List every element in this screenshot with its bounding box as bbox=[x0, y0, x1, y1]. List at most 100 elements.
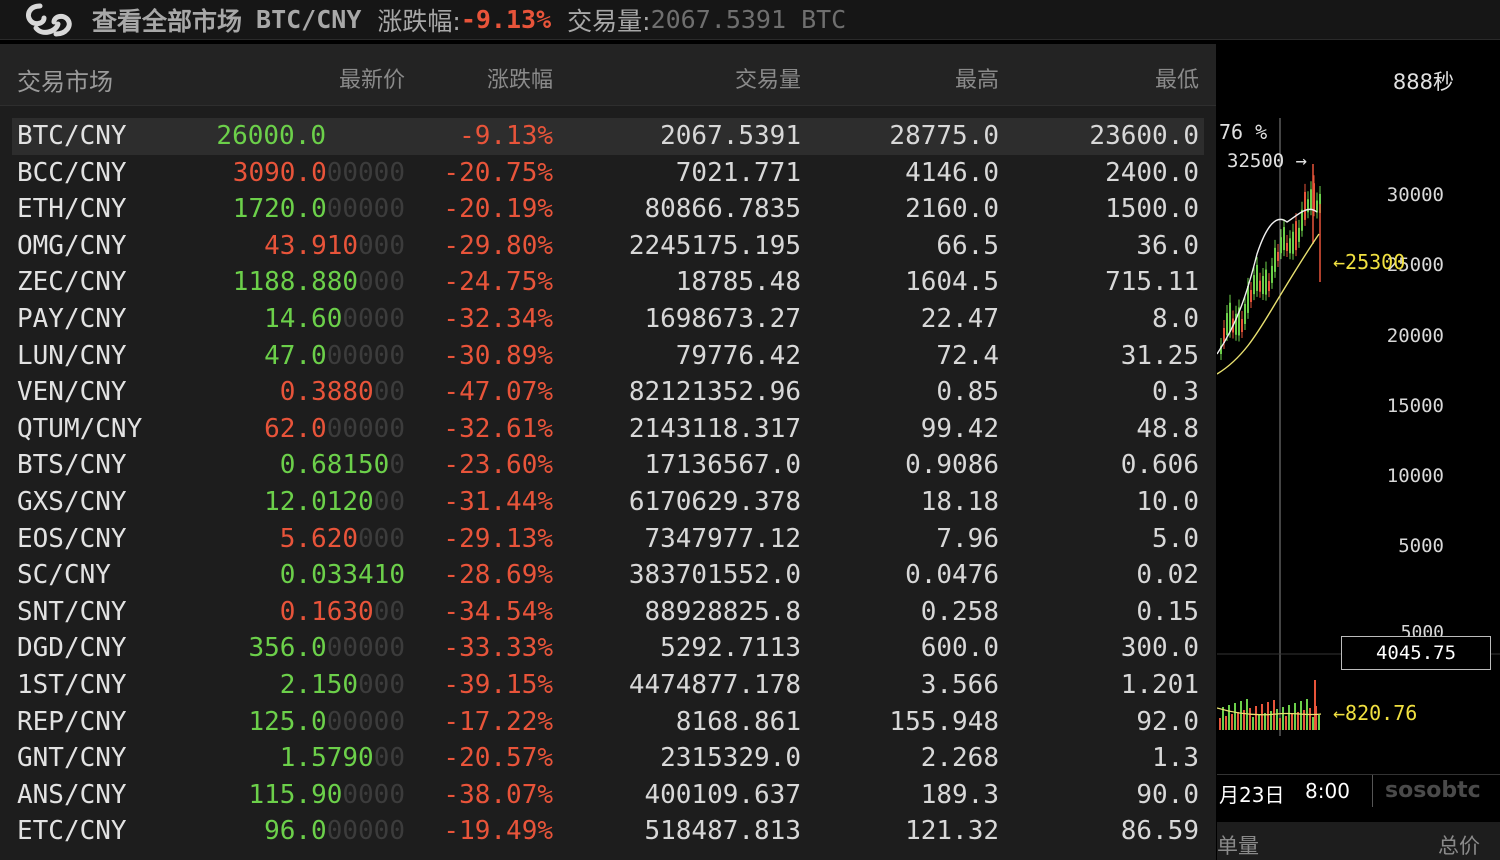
last-price-value: 5.620 bbox=[279, 523, 359, 554]
table-row[interactable]: GXS/CNY 12.012000 -31.44% 6170629.378 18.18 1… bbox=[12, 484, 1204, 521]
volume-cell: 6170629.378 bbox=[628, 486, 801, 517]
volume-cell: 80866.7835 bbox=[644, 194, 801, 225]
table-row[interactable]: ETC/CNY 96.000000 -19.49% 518487.813 121.32 8… bbox=[12, 813, 1204, 850]
kline-chart-panel[interactable]: 888秒 76 % 32500 → 30000 25000 20000 1500… bbox=[1217, 44, 1500, 860]
table-row[interactable]: EOS/CNY 5.620000 -29.13% 7347977.12 7.96 5.0 bbox=[12, 521, 1204, 558]
high-cell: 1604.5 bbox=[905, 267, 999, 298]
pair-cell: VEN/CNY bbox=[17, 377, 127, 408]
time-label: 8:00 bbox=[1305, 779, 1350, 803]
volume-bar bbox=[1252, 717, 1254, 730]
table-row[interactable]: 1ST/CNY 2.150000 -39.15% 4474877.178 3.566 1.… bbox=[12, 667, 1204, 704]
volume-bar bbox=[1240, 701, 1242, 730]
table-row[interactable]: LUN/CNY 47.000000 -30.89% 79776.42 72.4 31.25 bbox=[12, 338, 1204, 375]
pair-cell: ETH/CNY bbox=[17, 194, 127, 225]
last-price-padding: 00000 bbox=[326, 633, 405, 664]
volume-cell: 82121352.96 bbox=[628, 377, 801, 408]
change-cell: -39.15% bbox=[443, 669, 553, 700]
sosobtc-logo-icon[interactable] bbox=[22, 2, 76, 38]
last-price-cell: 5.620000 bbox=[280, 521, 405, 558]
last-price-padding: 00 bbox=[373, 486, 405, 517]
column-header-change[interactable]: 涨跌幅 bbox=[487, 62, 553, 94]
y-axis-tick: 20000 bbox=[1386, 325, 1444, 347]
last-price-cell: 26000.0 bbox=[216, 118, 326, 155]
volume-bar bbox=[1234, 703, 1236, 730]
volume-bar bbox=[1276, 709, 1278, 730]
pair-cell: BTC/CNY bbox=[17, 121, 127, 151]
last-price-cell: 356.000000 bbox=[248, 630, 405, 667]
low-cell: 23600.0 bbox=[1089, 121, 1199, 151]
pair-cell: ZEC/CNY bbox=[17, 267, 127, 298]
pair-cell: OMG/CNY bbox=[17, 230, 127, 261]
table-row[interactable]: BCC/CNY 3090.000000 -20.75% 7021.771 4146.0 2… bbox=[12, 155, 1204, 192]
table-row[interactable]: VEN/CNY 0.388000 -47.07% 82121352.96 0.85 0.3 bbox=[12, 374, 1204, 411]
table-row[interactable]: PAY/CNY 14.600000 -32.34% 1698673.27 22.47 8.… bbox=[12, 301, 1204, 338]
column-header-market[interactable]: 交易市场 bbox=[17, 62, 113, 97]
change-cell: -29.80% bbox=[443, 230, 553, 261]
volume-value-box: 4045.75 bbox=[1341, 636, 1491, 670]
change-cell: -23.60% bbox=[443, 450, 553, 481]
volume-bar bbox=[1282, 707, 1284, 730]
table-row[interactable]: OMG/CNY 43.910000 -29.80% 2245175.195 66.5 36… bbox=[12, 228, 1204, 265]
last-price-cell: 0.163000 bbox=[280, 594, 405, 631]
last-price-cell: 0.681500 bbox=[280, 447, 405, 484]
table-row[interactable]: REP/CNY 125.000000 -17.22% 8168.861 155.948 9… bbox=[12, 704, 1204, 741]
high-cell: 0.0476 bbox=[905, 560, 999, 591]
low-cell: 715.11 bbox=[1105, 267, 1199, 298]
column-header-last-price[interactable]: 最新价 bbox=[339, 62, 405, 94]
column-header-quantity: 单量 bbox=[1217, 834, 1259, 858]
refresh-timer[interactable]: 888秒 bbox=[1393, 66, 1454, 96]
table-row[interactable]: GNT/CNY 1.579000 -20.57% 2315329.0 2.268 1.3 bbox=[12, 740, 1204, 777]
last-price-padding: 00000 bbox=[326, 706, 405, 737]
volume-bar bbox=[1312, 717, 1314, 730]
volume-bar bbox=[1231, 714, 1233, 730]
volume-cell: 17136567.0 bbox=[644, 450, 801, 481]
volume-cell: 518487.813 bbox=[644, 816, 801, 847]
low-cell: 31.25 bbox=[1120, 340, 1199, 371]
last-price-padding: 000 bbox=[358, 669, 405, 700]
last-price-padding: 000 bbox=[358, 267, 405, 298]
pair-cell: REP/CNY bbox=[17, 706, 127, 737]
volume-bar bbox=[1261, 704, 1263, 730]
last-price-cell: 43.910000 bbox=[264, 228, 405, 265]
low-cell: 2400.0 bbox=[1105, 157, 1199, 188]
table-row[interactable]: BTC/CNY 26000.0 -9.13% 2067.5391 28775.0 2360… bbox=[12, 118, 1204, 155]
last-price-padding: 0000 bbox=[342, 303, 405, 334]
last-price-value: 1188.880 bbox=[232, 267, 359, 298]
table-row[interactable]: DGD/CNY 356.000000 -33.33% 5292.7113 600.0 30… bbox=[12, 630, 1204, 667]
table-row[interactable]: ZEC/CNY 1188.880000 -24.75% 18785.48 1604.5 7… bbox=[12, 264, 1204, 301]
low-cell: 1500.0 bbox=[1105, 194, 1199, 225]
volume-cell: 383701552.0 bbox=[628, 560, 801, 591]
table-row[interactable]: QTUM/CNY 62.000000 -32.61% 2143118.317 99.42… bbox=[12, 411, 1204, 448]
high-cell: 28775.0 bbox=[889, 121, 999, 151]
last-price-value: 125.0 bbox=[248, 706, 327, 737]
table-row[interactable]: ETH/CNY 1720.000000 -20.19% 80866.7835 2160.… bbox=[12, 191, 1204, 228]
column-header-high[interactable]: 最高 bbox=[955, 62, 999, 94]
volume-bar bbox=[1303, 710, 1305, 730]
last-price-padding: 00000 bbox=[326, 816, 405, 847]
y-axis-tick: 5000 bbox=[1398, 535, 1444, 557]
table-row[interactable]: SNT/CNY 0.163000 -34.54% 88928825.8 0.258 0.1… bbox=[12, 594, 1204, 631]
last-price-cell: 47.000000 bbox=[264, 338, 405, 375]
last-price-value: 2.150 bbox=[279, 669, 359, 700]
volume-bar bbox=[1258, 715, 1260, 730]
last-price-value: 62.0 bbox=[264, 413, 327, 444]
volume-cell: 400109.637 bbox=[644, 779, 801, 810]
column-header-low[interactable]: 最低 bbox=[1155, 62, 1199, 94]
table-row[interactable]: SC/CNY 0.033410 -28.69% 383701552.0 0.0476 0.… bbox=[12, 557, 1204, 594]
high-cell: 7.96 bbox=[936, 523, 999, 554]
y-axis-tick: 15000 bbox=[1386, 395, 1444, 417]
volume-bar bbox=[1255, 706, 1257, 730]
table-row[interactable]: BTS/CNY 0.681500 -23.60% 17136567.0 0.9086 0.… bbox=[12, 447, 1204, 484]
last-price-value: 0.68150 bbox=[279, 450, 390, 481]
column-header-volume[interactable]: 交易量 bbox=[735, 62, 801, 94]
volume-cell: 5292.7113 bbox=[660, 633, 801, 664]
view-all-markets-link[interactable]: 查看全部市场 bbox=[92, 2, 242, 38]
change-cell: -30.89% bbox=[443, 340, 553, 371]
table-row[interactable]: ANS/CNY 115.900000 -38.07% 400109.637 189.3 9… bbox=[12, 777, 1204, 814]
change-cell: -19.49% bbox=[443, 816, 553, 847]
volume-bar bbox=[1291, 714, 1293, 730]
low-cell: 0.3 bbox=[1152, 377, 1199, 408]
change-cell: -47.07% bbox=[443, 377, 553, 408]
volume-value: 2067.5391 BTC bbox=[650, 5, 847, 34]
high-cell: 72.4 bbox=[936, 340, 999, 371]
